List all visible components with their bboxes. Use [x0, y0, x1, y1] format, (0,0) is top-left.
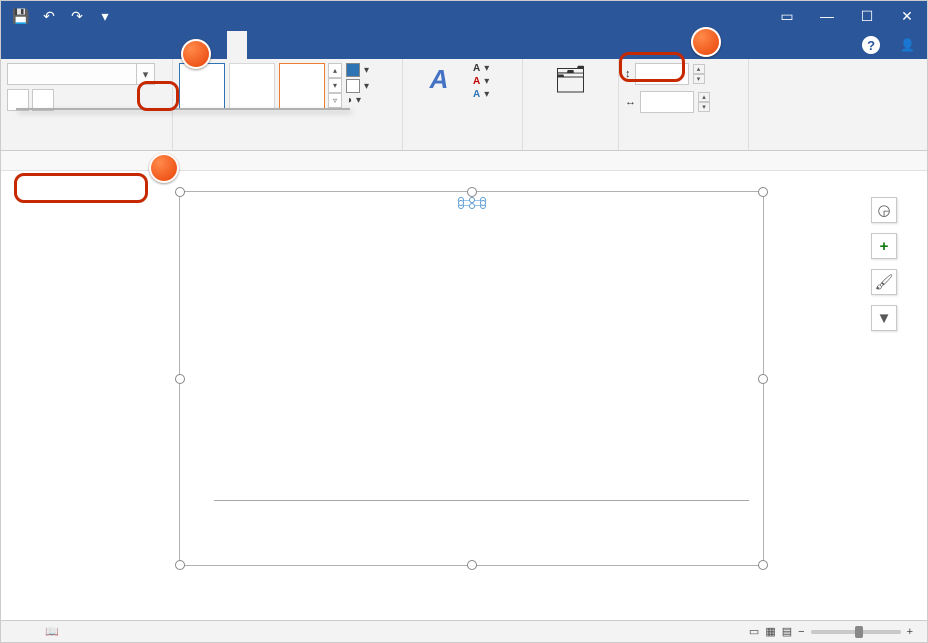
chart-filters-icon[interactable]: ▼ — [871, 305, 897, 331]
group-size: ↕ ▴▾ ↔ ▴▾ — [619, 59, 749, 150]
gallery-up-icon[interactable]: ▴ — [328, 63, 342, 78]
height-icon: ↕ — [625, 68, 631, 80]
spin-down-icon[interactable]: ▾ — [698, 102, 710, 112]
wordart-a-icon: A — [430, 65, 449, 95]
tab-insert[interactable] — [45, 31, 79, 59]
quick-access-toolbar: 💾 ↶ ↷ ▾ — [1, 4, 125, 28]
layout-options-icon[interactable]: ◶ — [871, 197, 897, 223]
tab-file[interactable] — [5, 31, 25, 59]
undo-icon[interactable]: ↶ — [37, 4, 61, 28]
ribbon-tabs: ? 👤 — [1, 31, 927, 59]
chart-element-selector[interactable]: ▾ — [7, 63, 155, 85]
resize-handle[interactable] — [467, 560, 477, 570]
express-styles-button[interactable]: A — [409, 63, 469, 99]
tab-home[interactable] — [25, 31, 45, 59]
status-proofing-icon[interactable]: 📖 — [45, 625, 59, 638]
tab-layout[interactable] — [107, 31, 127, 59]
tab-mailings[interactable] — [147, 31, 167, 59]
height-input[interactable] — [635, 63, 689, 85]
tell-me-icon[interactable]: ? — [862, 36, 880, 54]
ribbon: ▾ ▴ ▾ ▿ ▾ ▾ ◑▾ — [1, 59, 927, 151]
y-axis — [192, 240, 212, 501]
save-icon[interactable]: 💾 — [9, 4, 33, 28]
group-label-size — [625, 146, 742, 148]
shape-fill-icon[interactable] — [346, 63, 360, 77]
resize-handle[interactable] — [175, 374, 185, 384]
tab-design[interactable] — [79, 31, 107, 59]
group-label-wordart — [409, 146, 516, 148]
resize-handle[interactable] — [758, 560, 768, 570]
annotation-badge-2 — [181, 39, 211, 69]
text-fill-icon[interactable]: A — [473, 63, 480, 74]
title-bar: 💾 ↶ ↷ ▾ ▭ — ☐ ✕ — [1, 1, 927, 31]
window-controls: ▭ — ☐ ✕ — [767, 1, 927, 31]
group-current-selection: ▾ — [1, 59, 173, 150]
share-icon: 👤 — [900, 38, 915, 52]
resize-handle[interactable] — [175, 560, 185, 570]
chart-side-buttons: ◶ + 🖌 ▼ — [871, 197, 897, 331]
chart-elements-icon[interactable]: + — [871, 233, 897, 259]
arrange-icon: 🗂 — [554, 65, 587, 95]
close-icon[interactable]: ✕ — [887, 1, 927, 31]
group-label-selection — [7, 146, 166, 148]
minimize-icon[interactable]: — — [807, 1, 847, 31]
zoom-in-icon[interactable]: + — [907, 626, 913, 638]
resize-handle[interactable] — [758, 187, 768, 197]
chevron-down-icon[interactable]: ▾ — [136, 64, 154, 84]
text-outline-icon[interactable]: A — [473, 76, 480, 87]
resize-handle[interactable] — [758, 374, 768, 384]
view-web-icon[interactable]: ▤ — [782, 625, 792, 638]
group-shape-styles: ▴ ▾ ▿ ▾ ▾ ◑▾ — [173, 59, 403, 150]
tab-format[interactable] — [227, 31, 247, 59]
chart-styles-icon[interactable]: 🖌 — [871, 269, 897, 295]
text-effects-icon[interactable]: A — [473, 89, 480, 100]
maximize-icon[interactable]: ☐ — [847, 1, 887, 31]
spin-up-icon[interactable]: ▴ — [693, 64, 705, 74]
zoom-slider[interactable] — [811, 630, 901, 634]
share-button[interactable]: 👤 — [900, 38, 919, 52]
horizontal-ruler — [1, 151, 927, 171]
status-bar: 📖 ▭ ▦ ▤ − + — [1, 620, 927, 642]
style-sample-2[interactable] — [229, 63, 275, 109]
resize-handle[interactable] — [467, 187, 477, 197]
group-label-shape-styles — [179, 146, 396, 148]
annotation-badge-3 — [149, 153, 179, 183]
resize-handle[interactable] — [175, 187, 185, 197]
style-sample-1[interactable] — [179, 63, 225, 109]
text-fill-outline-effects: A▾ A▾ A▾ — [473, 63, 489, 100]
group-wordart-styles: A A▾ A▾ A▾ — [403, 59, 523, 150]
chart-object[interactable] — [179, 191, 764, 566]
redo-icon[interactable]: ↷ — [65, 4, 89, 28]
tab-references[interactable] — [127, 31, 147, 59]
width-input[interactable] — [640, 91, 694, 113]
plot-area[interactable] — [214, 240, 749, 501]
width-icon: ↔ — [625, 96, 636, 108]
qat-customize-icon[interactable]: ▾ — [93, 4, 117, 28]
ribbon-options-icon[interactable]: ▭ — [767, 1, 807, 31]
annotation-badge-1 — [691, 27, 721, 57]
spin-down-icon[interactable]: ▾ — [693, 74, 705, 84]
view-print-icon[interactable]: ▦ — [765, 625, 775, 638]
width-field[interactable]: ↔ ▴▾ — [625, 91, 710, 113]
shape-style-gallery[interactable]: ▴ ▾ ▿ — [179, 63, 342, 109]
chart-element-dropdown[interactable] — [16, 108, 350, 110]
gallery-more-icon[interactable]: ▿ — [328, 93, 342, 108]
height-field[interactable]: ↕ ▴▾ — [625, 63, 710, 85]
arrange-button[interactable]: 🗂 — [541, 63, 601, 99]
view-read-icon[interactable]: ▭ — [749, 625, 759, 638]
x-axis-line — [214, 500, 749, 501]
gallery-down-icon[interactable]: ▾ — [328, 78, 342, 93]
shape-effects-icon[interactable]: ◑ — [346, 95, 352, 106]
zoom-out-icon[interactable]: − — [798, 626, 804, 638]
style-sample-3[interactable] — [279, 63, 325, 109]
gallery-scroll[interactable]: ▴ ▾ ▿ — [328, 63, 342, 109]
document-area: ◶ + 🖌 ▼ — [1, 171, 927, 623]
chart-title[interactable] — [461, 200, 483, 206]
shape-fill-outline-effects: ▾ ▾ ◑▾ — [346, 63, 369, 106]
group-arrange: 🗂 — [523, 59, 619, 150]
shape-outline-icon[interactable] — [346, 79, 360, 93]
spin-up-icon[interactable]: ▴ — [698, 92, 710, 102]
